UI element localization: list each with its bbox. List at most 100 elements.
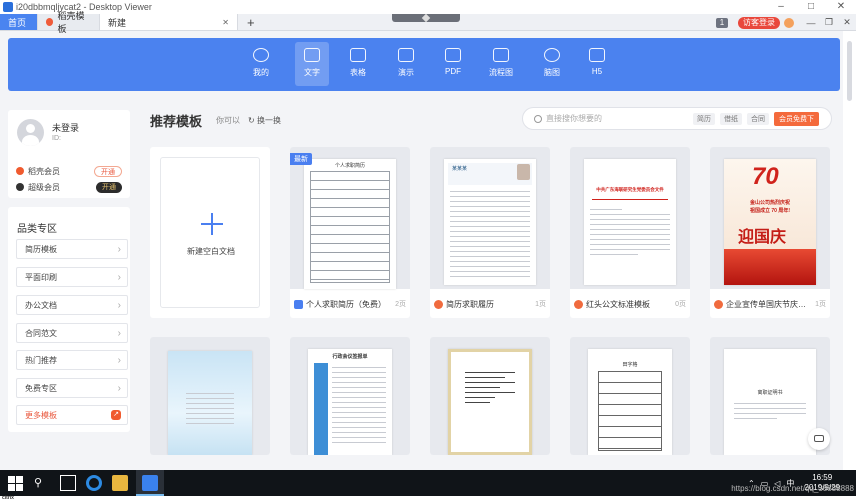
page-scrollbar[interactable]: [843, 31, 856, 470]
tool-h5[interactable]: H5: [580, 42, 614, 86]
daoke-member-icon: [16, 167, 24, 175]
tab-daoke-label: 稻壳模板: [57, 11, 85, 34]
category-office[interactable]: 办公文档: [16, 295, 128, 315]
template-thumbnail: 行政会议签报单: [290, 337, 410, 455]
template-thumbnail: [150, 337, 270, 455]
category-panel: 品类专区 简历模板 平面印刷 办公文档 合同范文 热门推荐 免费专区 更多模板: [8, 207, 130, 432]
open-super-member-button[interactable]: 开通: [96, 181, 122, 193]
tool-pdf[interactable]: PDF: [436, 42, 470, 86]
wps-app-icon[interactable]: [142, 475, 158, 491]
category-print[interactable]: 平面印刷: [16, 267, 128, 287]
remote-session-toolbar[interactable]: [392, 13, 460, 23]
h5-icon: [589, 48, 605, 62]
plus-icon: [201, 213, 223, 235]
category-contract[interactable]: 合同范文: [16, 323, 128, 343]
tab-home-label: 首页: [8, 17, 27, 28]
tool-text[interactable]: 文字: [295, 42, 329, 86]
super-member-icon: [16, 183, 24, 191]
windows-start-icon[interactable]: [8, 475, 24, 491]
user-name[interactable]: 未登录: [52, 121, 79, 134]
tab-new[interactable]: 新建 ✕: [100, 14, 238, 30]
chat-icon: [814, 435, 824, 442]
search-icon[interactable]: ⚲: [34, 475, 50, 491]
daoke-logo-icon: [46, 18, 54, 26]
new-tab-button[interactable]: +: [238, 14, 264, 30]
thumb-text: 离职证明书: [757, 390, 783, 396]
tool-flowchart[interactable]: 流程图: [484, 42, 518, 86]
search-tag-paper[interactable]: 借纸: [720, 112, 742, 125]
close-window-button[interactable]: ✕: [826, 0, 856, 14]
template-card[interactable]: 行政会议签报单: [290, 337, 410, 455]
template-card[interactable]: [430, 337, 550, 455]
notification-badge[interactable]: 1: [716, 17, 728, 28]
category-title: 品类专区: [17, 224, 57, 235]
template-card[interactable]: 个人求职简历 最新 个人求职简历（免费） 2页: [290, 147, 410, 318]
tab-daoke-templates[interactable]: 稻壳模板: [38, 11, 100, 34]
search-input[interactable]: [546, 114, 686, 123]
app-minimize-button[interactable]: —: [802, 18, 820, 28]
visitor-login-button[interactable]: 访客登录: [738, 16, 780, 29]
desktop-viewer-icon: [3, 2, 13, 12]
member-free-download-button[interactable]: 会员免费下: [774, 111, 819, 126]
thumb-text: 金山公司热烈庆祝: [749, 200, 790, 206]
category-hot[interactable]: 热门推荐: [16, 350, 128, 370]
template-thumbnail: 70 金山公司热烈庆祝 祖国成立 70 周年! 迎国庆: [710, 147, 830, 289]
minimize-button[interactable]: –: [766, 0, 796, 14]
thumb-text: 祖国成立 70 周年!: [749, 208, 790, 214]
thumb-text: 行政会议签报单: [332, 354, 368, 360]
tab-bar: 首页 稻壳模板 新建 ✕ + 1 访客登录 — ❐ ✕: [0, 11, 856, 34]
edge-browser-icon[interactable]: [86, 475, 102, 491]
template-card[interactable]: 田字格: [570, 337, 690, 455]
search-icon: [534, 114, 542, 123]
search-tag-resume[interactable]: 简历: [693, 112, 715, 125]
user-avatar-small[interactable]: [784, 17, 794, 28]
watermark-text: https://blog.csdn.net/qq_38888888: [731, 484, 854, 493]
poster-banner-image: [724, 249, 816, 285]
search-tag-contract[interactable]: 合同: [747, 112, 769, 125]
session-menu-icon: [421, 13, 431, 23]
thumb-text: 迎国庆: [738, 227, 787, 246]
citrix-logo: citrix: [2, 495, 14, 500]
tool-mindmap[interactable]: 脑图: [535, 42, 569, 86]
thumb-text: 某某某: [452, 166, 468, 172]
clock-time: 16:59: [812, 473, 833, 482]
app-restore-button[interactable]: ❐: [820, 17, 838, 28]
file-explorer-icon[interactable]: [112, 475, 128, 491]
tool-table[interactable]: 表格: [341, 42, 375, 86]
category-resume[interactable]: 简历模板: [16, 239, 128, 259]
photo-image: [517, 164, 530, 180]
app-close-button[interactable]: ✕: [838, 17, 856, 28]
presentation-icon: [398, 48, 414, 62]
tab-home[interactable]: 首页: [0, 14, 38, 30]
member-row-daoke: 稻壳会员 开通: [16, 164, 122, 178]
tab-close-icon[interactable]: ✕: [222, 18, 229, 27]
template-card[interactable]: 某某某 简历求职履历 1页: [430, 147, 550, 318]
category-more[interactable]: 更多模板: [16, 405, 128, 425]
thumb-text: 个人求职简历: [334, 163, 365, 169]
template-pages: 1页: [815, 301, 826, 308]
member-row-super: 超级会员 开通: [16, 180, 122, 194]
user-avatar[interactable]: [17, 119, 44, 146]
task-view-icon[interactable]: [60, 475, 76, 491]
maybe-label: 你可以: [216, 115, 241, 125]
scrollbar-thumb[interactable]: [847, 41, 852, 101]
user-card: 未登录 ID: 稻壳会员 开通 超级会员 开通: [8, 110, 130, 198]
template-card[interactable]: 70 金山公司热烈庆祝 祖国成立 70 周年! 迎国庆 企业宣传单国庆节庆… 1…: [710, 147, 830, 318]
template-card[interactable]: [150, 337, 270, 455]
template-meta: 简历求职履历 1页: [430, 292, 550, 316]
template-card[interactable]: 中共广东海联研究生党委员会文件 红头公文标准模板 0页: [570, 147, 690, 318]
tab-new-label: 新建: [108, 17, 127, 28]
open-daoke-member-button[interactable]: 开通: [94, 165, 122, 177]
mindmap-icon: [544, 48, 560, 62]
new-blank-document-card[interactable]: 新建空白文档: [150, 147, 270, 318]
daoke-template-icon: [434, 299, 443, 309]
template-name: 企业宣传单国庆节庆…: [726, 299, 806, 309]
refresh-button[interactable]: ↻ 换一换: [248, 115, 281, 126]
template-thumbnail: [430, 337, 550, 455]
tool-presentation[interactable]: 演示: [389, 42, 423, 86]
tianzi-grid: [598, 371, 662, 451]
category-free[interactable]: 免费专区: [16, 378, 128, 398]
maximize-button[interactable]: □: [796, 0, 826, 14]
tool-mine[interactable]: 我的: [244, 42, 278, 86]
customer-service-button[interactable]: [808, 428, 830, 450]
